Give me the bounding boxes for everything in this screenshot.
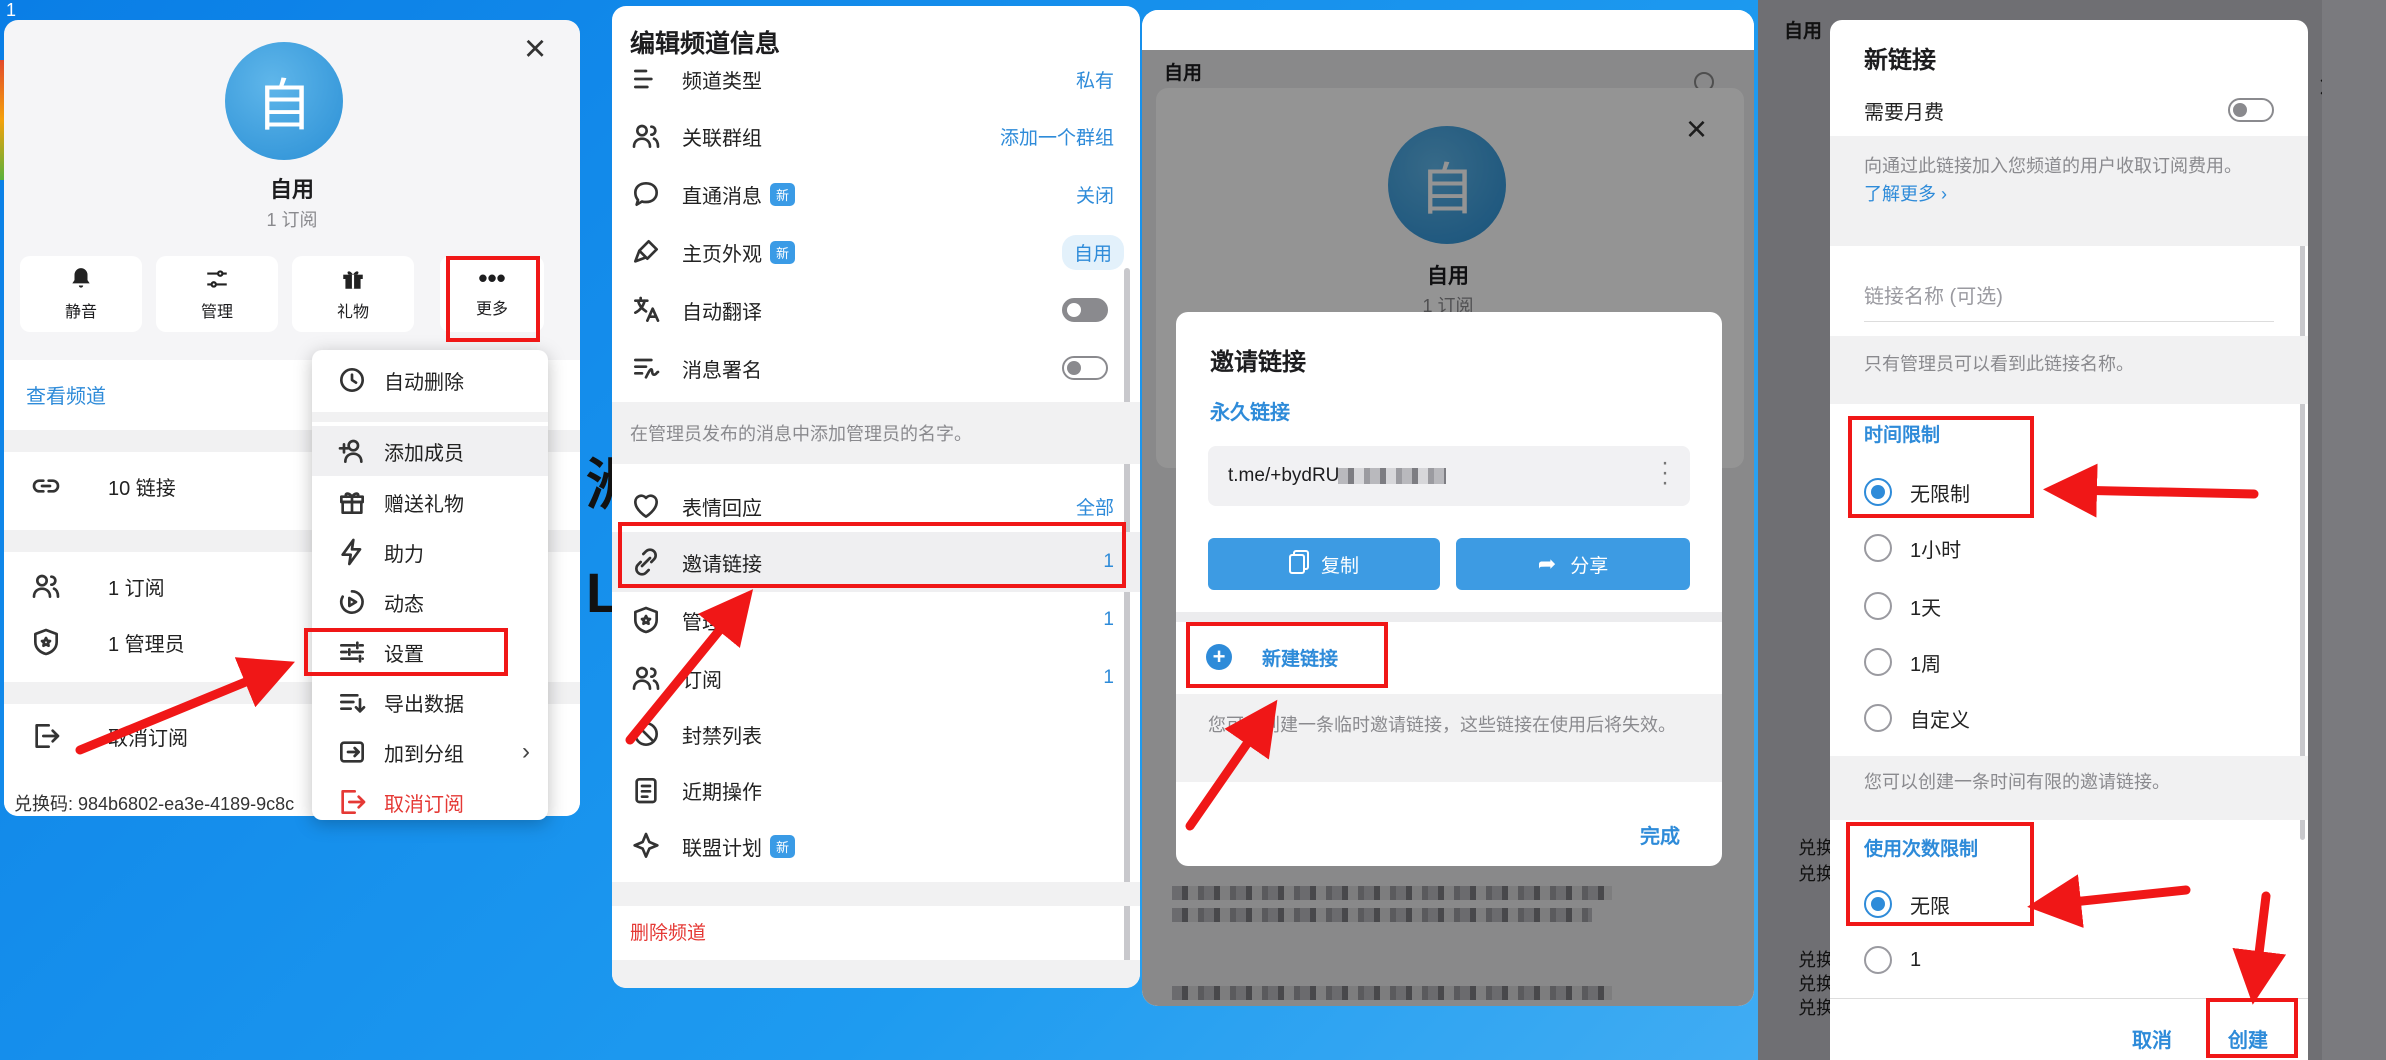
arrow-to-new-link: [1185, 699, 1278, 831]
arrow-to-time-limit: [2043, 463, 2259, 518]
annotation-arrows: [75, 463, 2287, 1005]
arrow-to-create: [2232, 891, 2287, 1005]
arrow-to-settings: [75, 657, 295, 755]
arrow-to-invite-links: [625, 589, 754, 745]
arrow-to-usage-limit: [2027, 874, 2191, 929]
